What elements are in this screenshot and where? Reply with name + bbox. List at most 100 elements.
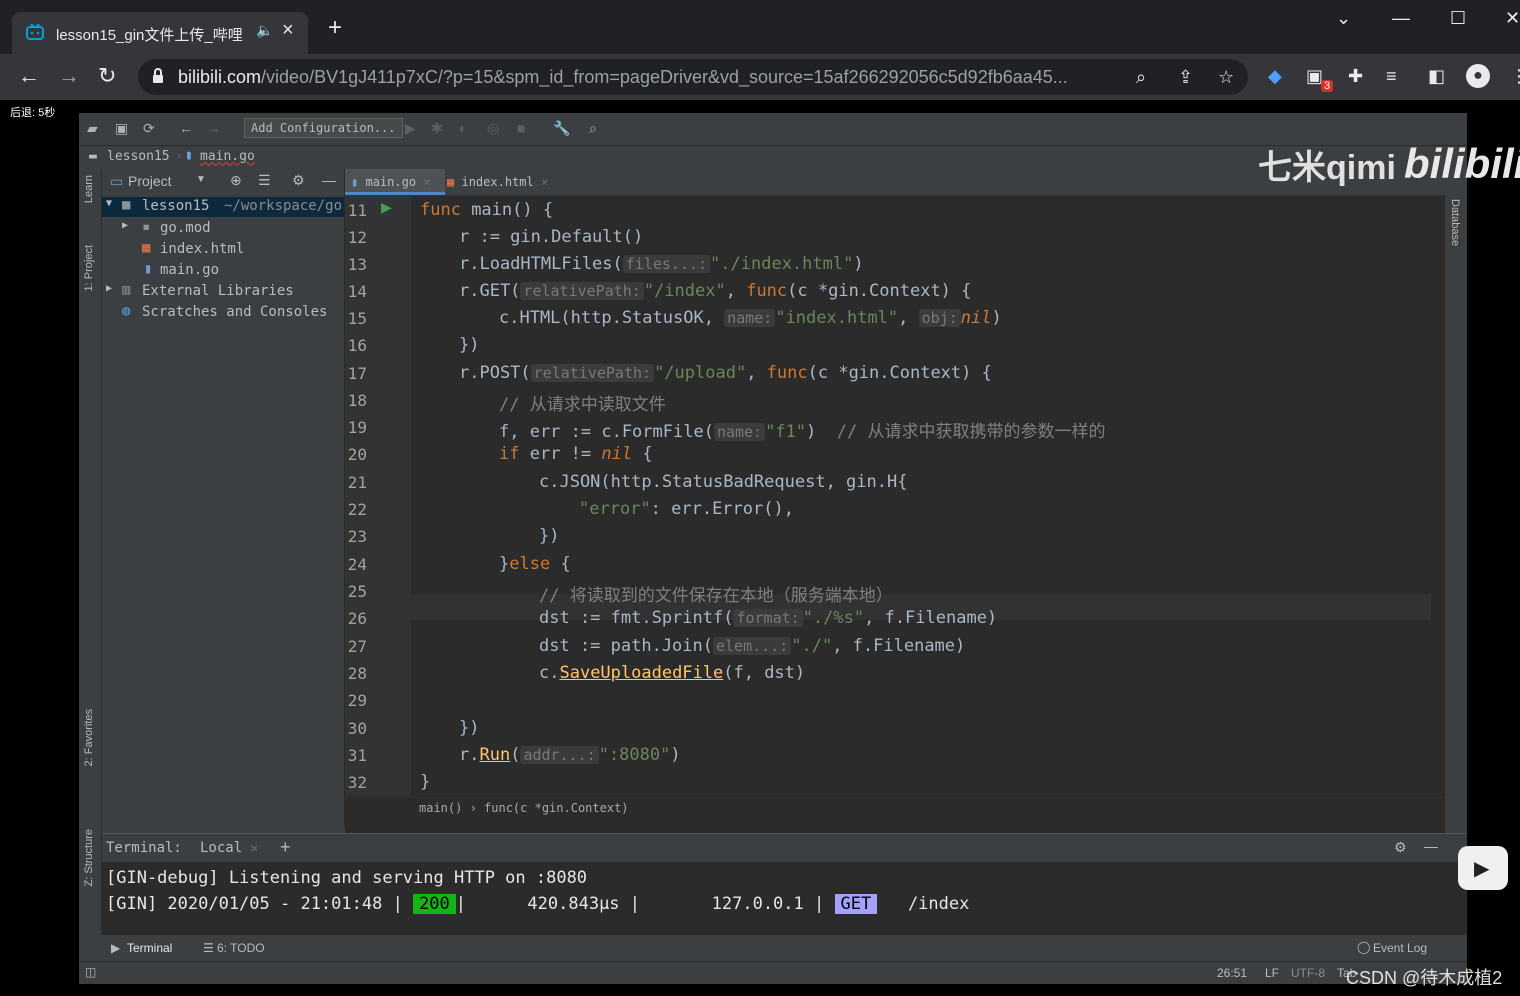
code-breadcrumb-text[interactable]: main() › func(c *gin.Context) — [419, 801, 629, 815]
close-tab-icon[interactable]: × — [250, 840, 258, 856]
close-window-icon[interactable]: ✕ — [1505, 8, 1520, 29]
extensions-puzzle-icon[interactable]: ✚ — [1348, 66, 1363, 87]
expand-arrow-icon[interactable]: ▶ — [106, 283, 112, 294]
file-encoding[interactable]: UTF-8 — [1291, 966, 1325, 980]
profile-avatar-icon[interactable]: ● — [1466, 64, 1490, 88]
terminal-line: [GIN-debug] Listening and serving HTTP o… — [106, 868, 588, 888]
chevron-down-icon[interactable]: ⌄ — [1336, 8, 1351, 29]
open-folder-icon[interactable]: ▰ — [87, 120, 98, 137]
search-icon[interactable]: ⌕ — [589, 120, 597, 137]
tab-terminal-local[interactable]: Local — [200, 840, 242, 856]
chevron-down-icon[interactable]: ▼ — [196, 174, 206, 185]
nav-back-icon[interactable]: ← — [179, 120, 193, 136]
hide-icon[interactable]: — — [1424, 838, 1438, 854]
tool-tab-todo[interactable]: 6: TODO — [217, 941, 265, 955]
new-tab-icon[interactable]: + — [328, 16, 342, 40]
hide-icon[interactable]: — — [322, 172, 336, 188]
breadcrumb-file[interactable]: main.go — [200, 149, 255, 164]
panel-toggle-icon[interactable]: ◫ — [85, 965, 96, 979]
folder-icon: ▪ — [142, 219, 151, 235]
skip-notice: 后退: 5秒 — [10, 107, 56, 119]
line-number: 13 — [347, 255, 367, 274]
csdn-watermark: CSDN @待木成植2 — [1346, 968, 1503, 988]
tab-title: lesson15_gin文件上传_哔哩 — [56, 27, 243, 44]
code-line: }else { — [499, 554, 571, 574]
tree-item-external-libraries[interactable]: ▶ ▥ External Libraries — [102, 282, 344, 302]
code-line: c.HTML(http.StatusOK, name: "index.html",… — [499, 308, 1002, 328]
zoom-icon[interactable]: ⌕ — [1136, 67, 1146, 88]
speaker-icon[interactable]: 🔈 — [256, 22, 273, 39]
project-tool[interactable]: 1: Project — [83, 245, 95, 291]
tree-item-root[interactable]: ▼ ■ lesson15 ~/workspace/go — [102, 197, 344, 217]
close-tab-icon[interactable]: × — [423, 175, 430, 189]
tool-tab-terminal[interactable]: Terminal — [127, 941, 172, 955]
code-line: if err != nil { — [499, 444, 653, 464]
stop-icon[interactable]: ■ — [517, 120, 525, 136]
tree-item-gomod[interactable]: ▶ ▪ go.mod — [102, 219, 344, 239]
expand-arrow-icon[interactable]: ▶ — [122, 220, 128, 231]
reload-icon[interactable]: ↻ — [98, 64, 116, 88]
address-bar[interactable]: bilibili.com/video/BV1gJ411p7xC/?p=15&sp… — [138, 59, 1248, 95]
tree-item-label: External Libraries — [142, 283, 294, 299]
bilibili-mascot-icon[interactable]: ▶ — [1458, 846, 1508, 890]
locate-icon[interactable]: ⊕ — [230, 172, 242, 189]
project-view-selector[interactable]: Project — [128, 173, 172, 189]
event-log-icon: ◯ — [1357, 940, 1371, 954]
back-icon[interactable]: ← — [18, 64, 40, 88]
tree-item-label: main.go — [160, 262, 220, 278]
extension-gem-icon[interactable]: ◆ — [1268, 66, 1282, 87]
media-control-icon[interactable]: ≡ — [1386, 66, 1397, 87]
code-editor[interactable]: ▮ main.go × ▦ index.html × 11 12 13 14 1… — [345, 169, 1445, 925]
sync-icon[interactable]: ⟳ — [143, 120, 155, 137]
coverage-icon[interactable]: ◐ — [459, 120, 467, 136]
browser-tab[interactable]: lesson15_gin文件上传_哔哩 🔈 × — [12, 12, 308, 54]
add-configuration-button[interactable]: Add Configuration... — [244, 118, 403, 138]
tool-tab-event-log[interactable]: Event Log — [1373, 941, 1427, 955]
right-tool-strip: Database — [1445, 169, 1467, 925]
run-icon[interactable]: ▶ — [405, 120, 416, 137]
gear-icon[interactable]: ⚙ — [292, 172, 305, 189]
line-number: 21 — [347, 473, 367, 492]
forward-icon[interactable]: → — [58, 64, 80, 88]
tree-item-maingo[interactable]: ▮ main.go — [102, 261, 344, 281]
tab-main-go[interactable]: ▮ main.go × — [345, 169, 445, 195]
bookmark-star-icon[interactable]: ☆ — [1218, 67, 1234, 88]
tab-index-html[interactable]: ▦ index.html × — [441, 169, 555, 195]
line-number: 32 — [347, 773, 367, 792]
line-number: 26 — [347, 609, 367, 628]
collapse-icon[interactable]: ☰ — [258, 172, 271, 189]
learn-tool[interactable]: Learn — [83, 175, 95, 203]
run-gutter-icon[interactable]: ▶ — [381, 199, 392, 216]
minimize-icon[interactable]: — — [1392, 8, 1410, 29]
close-tab-icon[interactable]: × — [282, 19, 294, 42]
tree-item-label: index.html — [160, 241, 245, 257]
project-view-icon: ▭ — [110, 173, 124, 189]
debug-icon[interactable]: ✱ — [431, 120, 443, 137]
add-terminal-icon[interactable]: + — [280, 837, 291, 858]
profile-icon[interactable]: ◎ — [487, 120, 499, 137]
side-panel-icon[interactable]: ◧ — [1428, 66, 1445, 87]
breadcrumb-project[interactable]: lesson15 — [107, 149, 170, 164]
expand-arrow-icon[interactable]: ▼ — [106, 198, 112, 209]
tree-item-scratches[interactable]: ◍ Scratches and Consoles — [102, 303, 344, 323]
share-icon[interactable]: ⇪ — [1178, 67, 1193, 88]
more-menu-icon[interactable]: ⋮ — [1510, 66, 1520, 87]
structure-tool[interactable]: Z: Structure — [83, 829, 95, 886]
tree-item-indexhtml[interactable]: ▦ index.html — [102, 240, 344, 260]
favorites-tool[interactable]: 2: Favorites — [83, 709, 95, 766]
line-number: 30 — [347, 719, 367, 738]
nav-forward-icon[interactable]: → — [207, 120, 221, 136]
line-number: 20 — [347, 445, 367, 464]
scratches-icon: ◍ — [122, 303, 131, 319]
close-tab-icon[interactable]: × — [541, 175, 548, 189]
save-icon[interactable]: ▣ — [115, 120, 128, 137]
database-tool[interactable]: Database — [1449, 199, 1461, 246]
caret-position[interactable]: 26:51 — [1217, 966, 1247, 980]
gear-icon[interactable]: ⚙ — [1394, 839, 1407, 856]
maximize-icon[interactable]: ☐ — [1450, 8, 1466, 29]
html-file-icon: ▦ — [142, 240, 151, 256]
line-separator[interactable]: LF — [1265, 966, 1279, 980]
wrench-icon[interactable]: 🔧 — [553, 120, 570, 137]
go-file-icon: ▮ — [185, 148, 193, 163]
code-line: r.LoadHTMLFiles(files...: "./index.html") — [459, 254, 864, 274]
